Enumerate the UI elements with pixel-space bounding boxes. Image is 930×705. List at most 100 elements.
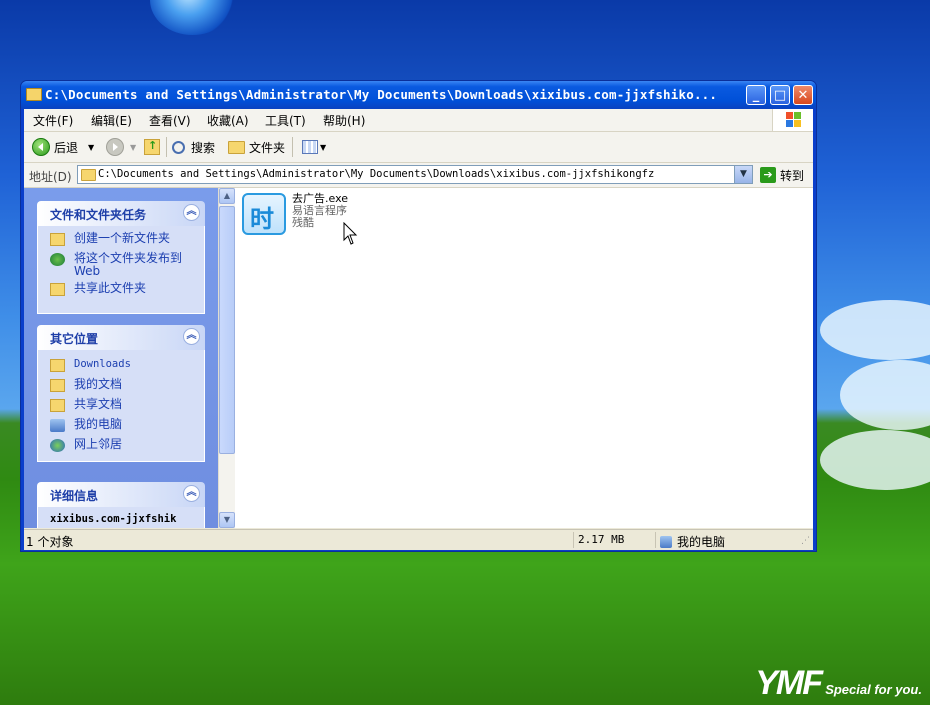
place-label: Downloads	[74, 358, 131, 370]
wallpaper-cloud	[840, 360, 930, 430]
my-computer-icon	[50, 419, 65, 432]
details-name: xixibus.com-jjxfshik	[50, 513, 177, 525]
chevron-down-icon: ▼	[320, 142, 327, 152]
views-button[interactable]: ▼	[302, 137, 326, 157]
details-header[interactable]: 详细信息 ︽	[37, 482, 205, 507]
exe-icon: 时	[242, 193, 286, 235]
go-label: 转到	[780, 168, 805, 183]
place-label: 共享文档	[74, 397, 123, 411]
menu-favorites[interactable]: 收藏(A)	[207, 112, 249, 129]
panel-title: 其它位置	[50, 332, 99, 346]
address-value: C:\Documents and Settings\Administrator\…	[98, 168, 655, 180]
maximize-button[interactable]: □	[770, 85, 790, 105]
address-bar: 地址(D) C:\Documents and Settings\Administ…	[24, 163, 813, 188]
status-count: 1 个对象	[26, 535, 74, 549]
task-label: 共享此文件夹	[74, 281, 147, 295]
folder-icon	[26, 88, 42, 101]
shared-folder-icon	[50, 399, 65, 412]
scroll-thumb[interactable]	[219, 206, 235, 454]
status-divider	[655, 532, 656, 548]
task-share-folder[interactable]: 共享此文件夹	[50, 282, 204, 302]
toolbar-separator	[292, 137, 293, 157]
place-my-documents[interactable]: 我的文档	[50, 378, 204, 398]
chevron-down-icon[interactable]: ▼	[130, 143, 136, 152]
status-divider	[573, 532, 574, 548]
window-body: 文件(F) 编辑(E) 查看(V) 收藏(A) 工具(T) 帮助(H) 后退 ▼	[24, 109, 813, 550]
toolbar-separator	[166, 137, 167, 157]
wallpaper-cloud	[820, 300, 930, 360]
place-label: 我的电脑	[74, 417, 123, 431]
other-places-body: Downloads 我的文档 共享文档 我的电脑 网上邻居	[37, 350, 205, 462]
mouse-cursor-icon	[343, 222, 358, 245]
place-shared-documents[interactable]: 共享文档	[50, 398, 204, 418]
back-label: 后退	[54, 140, 79, 155]
folders-label: 文件夹	[249, 140, 286, 155]
task-pane-scrollbar[interactable]: ▲ ▼	[218, 188, 236, 528]
task-label: 将这个文件夹发布到 Web	[74, 251, 183, 278]
panel-title: 详细信息	[50, 489, 99, 503]
folder-icon	[50, 359, 65, 372]
resize-grip-icon[interactable]: ⋰	[801, 536, 810, 546]
place-label: 网上邻居	[74, 437, 123, 451]
chevron-up-icon[interactable]: ︽	[183, 328, 200, 345]
up-folder-button[interactable]: ↑	[144, 137, 160, 157]
menu-tools[interactable]: 工具(T)	[265, 112, 306, 129]
back-arrow-icon	[32, 138, 50, 156]
status-bar: 1 个对象 2.17 MB 我的电脑 ⋰	[24, 529, 813, 550]
file-list[interactable]: 时 去广告.exe 易语言程序 残酷	[235, 188, 813, 528]
wallpaper-cloud	[820, 430, 930, 490]
place-downloads[interactable]: Downloads	[50, 358, 204, 378]
scroll-down-button[interactable]: ▼	[219, 512, 235, 528]
file-company: 残酷	[292, 216, 314, 229]
menu-file[interactable]: 文件(F)	[33, 112, 73, 129]
menu-bar: 文件(F) 编辑(E) 查看(V) 收藏(A) 工具(T) 帮助(H)	[24, 109, 813, 132]
chevron-up-icon[interactable]: ︽	[183, 204, 200, 221]
task-new-folder[interactable]: 创建一个新文件夹	[50, 232, 204, 252]
close-button[interactable]: ✕	[793, 85, 813, 105]
address-label: 地址(D)	[29, 170, 72, 184]
go-button[interactable]: ➔ 转到	[760, 165, 804, 185]
file-tasks-panel: 文件和文件夹任务 ︽ 创建一个新文件夹 将这个文件夹发布到 Web 共享此文件夹	[37, 201, 205, 314]
search-icon	[172, 140, 185, 154]
window-title: C:\Documents and Settings\Administrator\…	[45, 87, 718, 102]
task-publish-web[interactable]: 将这个文件夹发布到 Web	[50, 252, 204, 282]
menu-view[interactable]: 查看(V)	[149, 112, 191, 129]
file-tasks-header[interactable]: 文件和文件夹任务 ︽	[37, 201, 205, 226]
chevron-down-icon[interactable]: ▼	[88, 143, 94, 152]
folders-icon	[228, 140, 245, 154]
share-folder-icon	[50, 283, 65, 296]
chevron-up-icon[interactable]: ︽	[183, 485, 200, 502]
task-label: 创建一个新文件夹	[74, 231, 171, 245]
details-panel: 详细信息 ︽ xixibus.com-jjxfshik	[37, 482, 205, 528]
folders-button[interactable]: 文件夹	[228, 137, 285, 157]
file-info: 去广告.exe 易语言程序 残酷	[292, 193, 348, 229]
windows-logo-icon	[772, 109, 813, 131]
other-places-panel: 其它位置 ︽ Downloads 我的文档 共享文档 我的电脑 网上邻居	[37, 325, 205, 462]
place-my-computer[interactable]: 我的电脑	[50, 418, 204, 438]
search-button[interactable]: 搜索	[172, 137, 215, 157]
title-bar[interactable]: C:\Documents and Settings\Administrator\…	[21, 81, 816, 109]
place-label: 我的文档	[74, 377, 123, 391]
menu-edit[interactable]: 编辑(E)	[91, 112, 132, 129]
views-icon	[302, 140, 318, 154]
minimize-button[interactable]: _	[746, 85, 766, 105]
other-places-header[interactable]: 其它位置 ︽	[37, 325, 205, 350]
network-icon	[50, 439, 65, 452]
menu-help[interactable]: 帮助(H)	[323, 112, 365, 129]
forward-arrow-icon	[106, 138, 124, 156]
address-input[interactable]: C:\Documents and Settings\Administrator\…	[77, 165, 753, 184]
search-label: 搜索	[191, 140, 216, 155]
place-network[interactable]: 网上邻居	[50, 438, 204, 458]
status-location-label: 我的电脑	[677, 535, 726, 549]
publish-web-icon	[50, 253, 65, 266]
status-size: 2.17 MB	[578, 533, 625, 546]
scroll-up-button[interactable]: ▲	[219, 188, 235, 204]
chevron-down-icon[interactable]: ▼	[734, 166, 752, 183]
back-button[interactable]: 后退 ▼	[32, 137, 94, 157]
wallpaper-brand: YMF Special for you.	[755, 664, 922, 702]
file-tasks-body: 创建一个新文件夹 将这个文件夹发布到 Web 共享此文件夹	[37, 226, 205, 314]
explorer-window: C:\Documents and Settings\Administrator\…	[20, 80, 817, 552]
status-location: 我的电脑	[660, 533, 725, 550]
up-folder-icon: ↑	[144, 139, 160, 155]
forward-button[interactable]: ▼	[106, 137, 136, 157]
